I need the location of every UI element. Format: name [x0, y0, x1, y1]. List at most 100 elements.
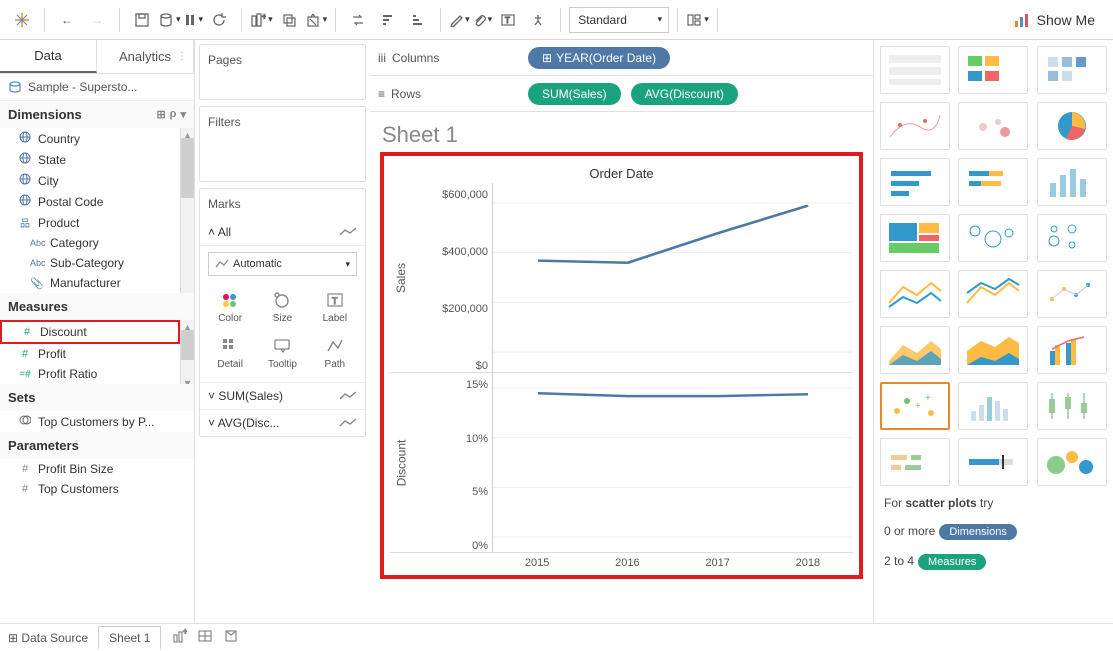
chart-type-8[interactable]: [1037, 158, 1107, 206]
field-country[interactable]: Country: [0, 128, 180, 149]
show-me-panel: ++ For scatter plots try 0 or moreDimens…: [873, 40, 1113, 623]
sort-desc-icon[interactable]: [404, 6, 432, 34]
new-worksheet-icon[interactable]: +▾: [250, 12, 273, 28]
path-shelf[interactable]: Path: [309, 330, 361, 376]
field-manufacturer[interactable]: 📎Manufacturer: [0, 273, 180, 293]
new-story-tab-icon[interactable]: [223, 628, 239, 647]
field-profit-ratio[interactable]: =#Profit Ratio: [0, 364, 180, 384]
chart-type-17[interactable]: [1037, 326, 1107, 374]
back-icon[interactable]: ←: [53, 6, 81, 34]
detail-shelf[interactable]: Detail: [204, 330, 256, 376]
chart-type-2[interactable]: [1037, 46, 1107, 94]
sheet-title[interactable]: Sheet 1: [380, 118, 863, 152]
columns-pill-year[interactable]: ⊞YEAR(Order Date): [528, 47, 670, 69]
size-shelf[interactable]: Size: [256, 284, 308, 330]
text-label-icon[interactable]: T: [494, 6, 522, 34]
chart-type-14[interactable]: [1037, 270, 1107, 318]
chart-type-4[interactable]: [958, 102, 1028, 150]
top-toolbar: ← → ▾ ▾ +▾ ▾ ▾ ▾ T Standard▾ ▾ Show Me: [0, 0, 1113, 40]
duplicate-icon[interactable]: [275, 6, 303, 34]
label-shelf[interactable]: TLabel: [309, 284, 361, 330]
filters-card[interactable]: Filters: [199, 106, 366, 182]
pause-icon[interactable]: ▾: [183, 13, 204, 27]
xtick: 2018: [763, 553, 853, 569]
datasource-item[interactable]: Sample - Supersto...: [0, 74, 194, 101]
tooltip-shelf[interactable]: Tooltip: [256, 330, 308, 376]
save-icon[interactable]: [128, 6, 156, 34]
chart-title: Order Date: [390, 162, 853, 183]
datasource-tab[interactable]: ⊞ Data Source: [8, 631, 88, 645]
scrollbar[interactable]: ▴▾: [180, 320, 194, 384]
ytick: $200,000: [442, 303, 488, 315]
chart-type-18[interactable]: ++: [880, 382, 950, 430]
rows-pill-discount[interactable]: AVG(Discount): [631, 83, 738, 105]
chart-type-22[interactable]: [958, 438, 1028, 486]
new-datasource-icon[interactable]: ▾: [158, 12, 181, 28]
field-state[interactable]: State: [0, 149, 180, 170]
tab-data[interactable]: Data: [0, 40, 97, 73]
tab-analytics[interactable]: Analytics⋮: [97, 40, 194, 73]
field-profit-bin-size[interactable]: #Profit Bin Size: [0, 459, 194, 479]
chart-type-1[interactable]: [958, 46, 1028, 94]
chart-type-5[interactable]: [1037, 102, 1107, 150]
logo-icon[interactable]: [8, 6, 36, 34]
chart-type-3[interactable]: [880, 102, 950, 150]
field-top-customers-by-p-[interactable]: Top Customers by P...: [0, 411, 194, 432]
chart-type-19[interactable]: [958, 382, 1028, 430]
field-city[interactable]: City: [0, 170, 180, 191]
attach-icon[interactable]: ▾: [472, 13, 493, 27]
chart-type-12[interactable]: [880, 270, 950, 318]
pages-card[interactable]: Pages: [199, 44, 366, 100]
columns-shelf[interactable]: iiiColumns ⊞YEAR(Order Date): [370, 40, 873, 76]
mark-type-select[interactable]: Automatic▾: [208, 252, 357, 276]
chart-type-23[interactable]: [1037, 438, 1107, 486]
field-postal-code[interactable]: Postal Code: [0, 191, 180, 212]
chart-type-16[interactable]: [958, 326, 1028, 374]
field-profit[interactable]: #Profit: [0, 344, 180, 364]
cards-pane: Pages Filters Marks ˄ All Automatic▾ Col…: [195, 40, 370, 623]
chart-type-20[interactable]: [1037, 382, 1107, 430]
clear-icon[interactable]: ▾: [305, 12, 328, 28]
worksheet-area: iiiColumns ⊞YEAR(Order Date) ≡Rows SUM(S…: [370, 40, 873, 623]
sales-plot[interactable]: [492, 183, 853, 372]
field-product[interactable]: 品Product: [0, 212, 180, 233]
show-me-button[interactable]: Show Me: [1003, 4, 1105, 36]
chart-type-21[interactable]: [880, 438, 950, 486]
chart-type-0[interactable]: [880, 46, 950, 94]
chart-type-6[interactable]: [880, 158, 950, 206]
swap-icon[interactable]: [344, 6, 372, 34]
scrollbar[interactable]: ▴: [180, 128, 194, 293]
rows-pill-sales[interactable]: SUM(Sales): [528, 83, 621, 105]
discount-plot[interactable]: [492, 373, 853, 552]
new-worksheet-tab-icon[interactable]: +: [171, 628, 187, 647]
refresh-icon[interactable]: [205, 6, 233, 34]
chart-type-9[interactable]: [880, 214, 950, 262]
color-shelf[interactable]: Color: [204, 284, 256, 330]
view-icon[interactable]: ⊞: [156, 108, 165, 121]
marks-avg-discount[interactable]: ˅ AVG(Disc...: [200, 409, 365, 436]
sort-asc-icon[interactable]: [374, 6, 402, 34]
highlight-icon[interactable]: ▾: [449, 13, 470, 27]
chart-type-13[interactable]: [958, 270, 1028, 318]
field-sub-category[interactable]: AbcSub-Category: [0, 253, 180, 273]
ytick: 10%: [466, 433, 488, 445]
chart-type-7[interactable]: [958, 158, 1028, 206]
field-category[interactable]: AbcCategory: [0, 233, 180, 253]
fit-select[interactable]: Standard▾: [569, 7, 669, 33]
sheet1-tab[interactable]: Sheet 1: [98, 626, 161, 649]
menu-icon[interactable]: ▾: [180, 108, 186, 121]
field-discount[interactable]: #Discount: [0, 320, 180, 344]
forward-icon[interactable]: →: [83, 6, 111, 34]
show-cards-icon[interactable]: ▾: [686, 12, 709, 28]
marks-all-row[interactable]: ˄ All: [200, 219, 365, 246]
rows-shelf[interactable]: ≡Rows SUM(Sales) AVG(Discount): [370, 76, 873, 112]
rows-icon: ≡: [378, 87, 385, 101]
chart-type-15[interactable]: [880, 326, 950, 374]
new-dashboard-tab-icon[interactable]: [197, 628, 213, 647]
chart-type-11[interactable]: [1037, 214, 1107, 262]
chart-type-10[interactable]: [958, 214, 1028, 262]
search-icon[interactable]: ρ: [170, 108, 177, 121]
marks-sum-sales[interactable]: ˅ SUM(Sales): [200, 382, 365, 409]
field-top-customers[interactable]: #Top Customers: [0, 479, 194, 499]
pin-icon[interactable]: [524, 6, 552, 34]
